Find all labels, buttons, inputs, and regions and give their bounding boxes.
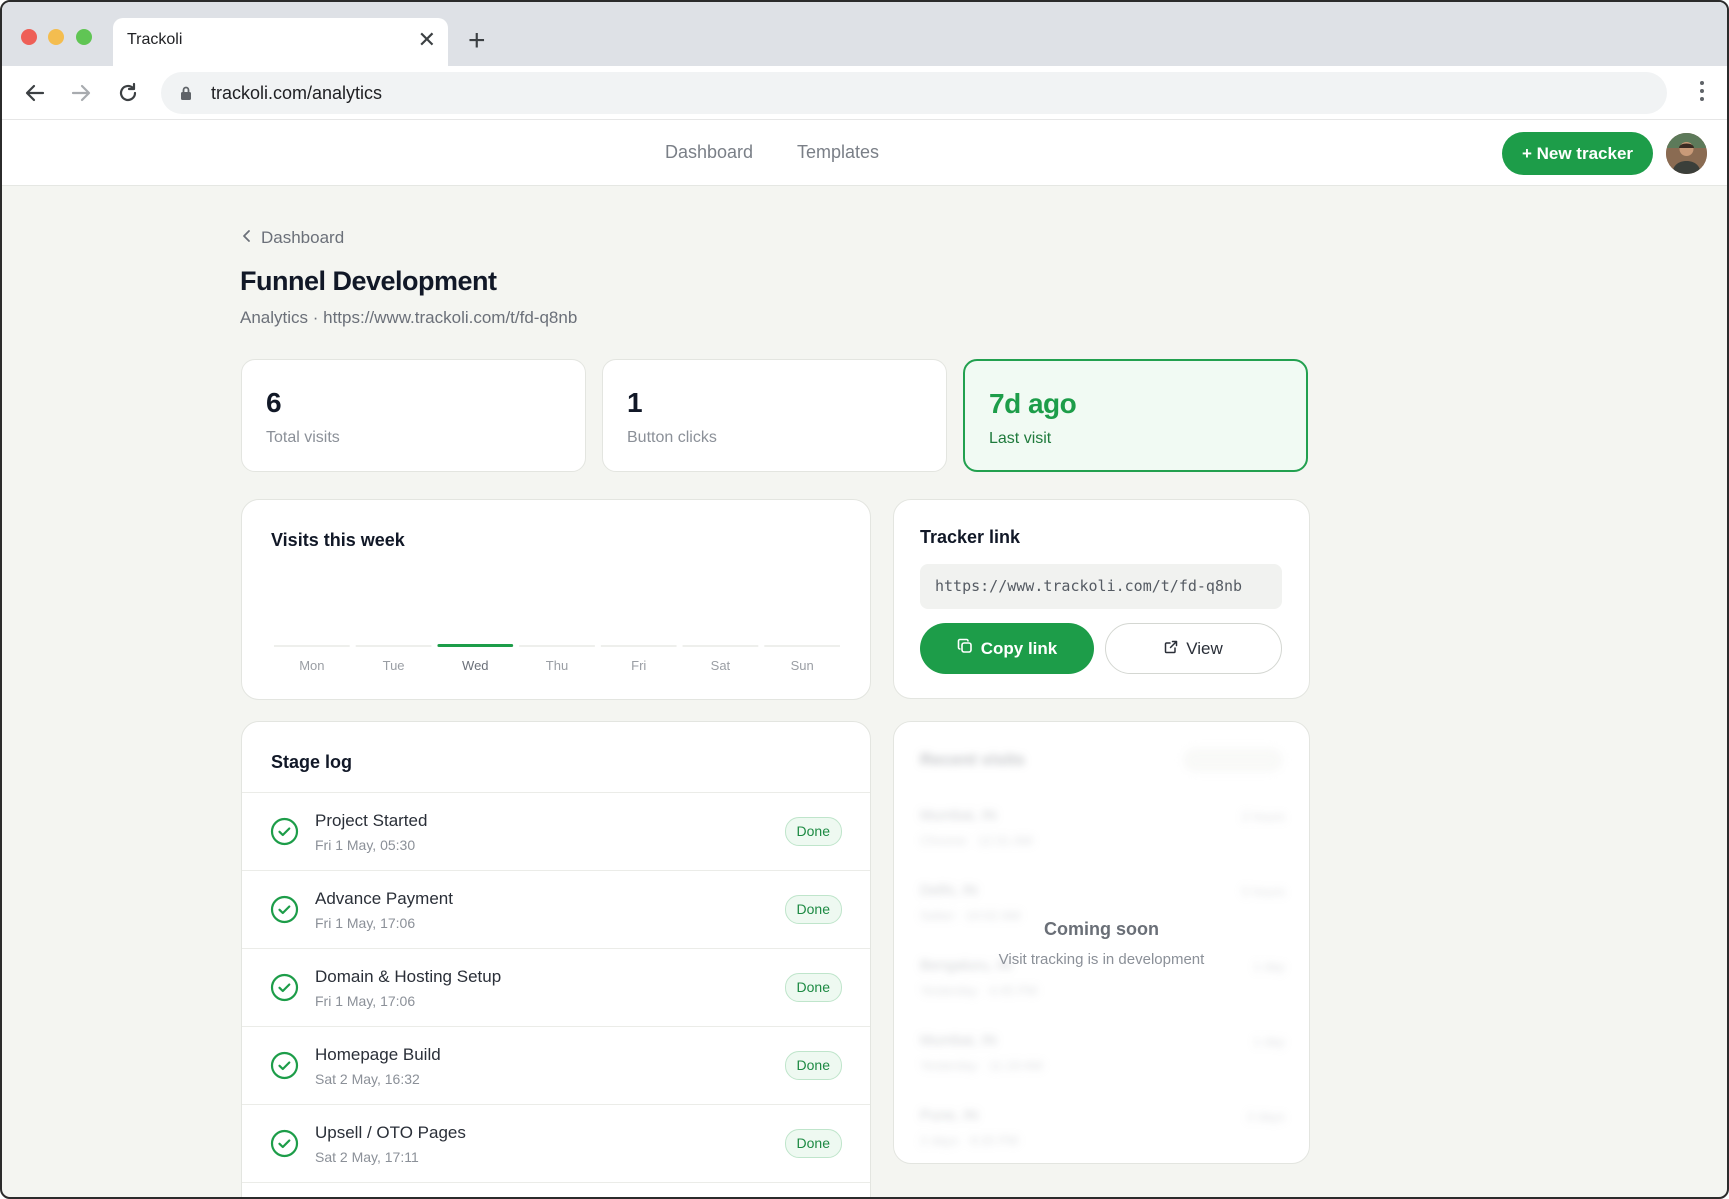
check-circle-icon xyxy=(270,895,299,929)
visits-bar-chart: Mon Tue Wed Thu Fri Sat Sun xyxy=(274,644,840,673)
stat-value: 7d ago xyxy=(989,388,1077,419)
stage-row[interactable]: Upsell / OTO Pages Sat 2 May, 17:11 Done xyxy=(242,1105,870,1183)
recent-visits-card: Recent visits Mumbai, IN Chrome · 12:31 A… xyxy=(893,721,1310,1164)
new-tracker-button[interactable]: + New tracker xyxy=(1502,132,1653,175)
breadcrumb-label: Dashboard xyxy=(261,228,345,247)
tracker-url-field[interactable]: https://www.trackoli.com/t/fd-q8nb xyxy=(920,564,1282,609)
close-window-button[interactable] xyxy=(21,29,37,45)
copy-icon xyxy=(957,638,973,659)
status-badge: Done xyxy=(784,895,842,924)
stage-log-card: Stage log Project Started Fri 1 May, 05:3… xyxy=(241,721,871,1197)
lock-icon xyxy=(180,86,192,105)
stage-row[interactable]: Project Started Fri 1 May, 05:30 Done xyxy=(242,793,870,871)
app-header: Dashboard Templates + New tracker xyxy=(2,120,1727,186)
stage-name: Upsell / OTO Pages xyxy=(315,1123,466,1142)
bar-track xyxy=(764,645,840,647)
tracker-link-title: Tracker link xyxy=(920,527,1021,547)
tab-title: Trackoli xyxy=(127,31,183,48)
browser-tab[interactable]: Trackoli ✕ xyxy=(113,18,448,66)
tick-label-sat: Sat xyxy=(711,658,731,673)
coming-soon-title: Coming soon xyxy=(1044,919,1159,939)
bar-track xyxy=(355,645,432,647)
external-link-icon xyxy=(1164,639,1178,659)
tick-label-fri: Fri xyxy=(631,658,646,673)
stage-name: Advance Payment xyxy=(315,889,453,908)
stage-name: Domain & Hosting Setup xyxy=(315,967,502,986)
bar-track xyxy=(682,645,759,647)
stage-row[interactable]: Advance Payment Fri 1 May, 17:06 Done xyxy=(242,871,870,949)
nav-dashboard[interactable]: Dashboard xyxy=(665,142,753,163)
tick-label-tue: Tue xyxy=(383,658,405,673)
check-circle-icon xyxy=(270,817,299,851)
stat-value: 6 xyxy=(266,387,282,418)
stage-row[interactable]: Domain & Hosting Setup Fri 1 May, 17:06 Do… xyxy=(242,949,870,1027)
stage-date: Fri 1 May, 17:06 xyxy=(315,915,416,931)
stage-name: Project Started xyxy=(315,811,428,830)
stat-label: Button clicks xyxy=(627,429,717,446)
stage-date: Fri 1 May, 17:06 xyxy=(315,993,416,1009)
stage-name: Homepage Build xyxy=(315,1045,441,1064)
bar-track xyxy=(600,645,677,647)
view-button[interactable]: View xyxy=(1105,623,1282,674)
visits-chart-card: Visits this week Mon Tue Wed Thu Fri Sat Sun xyxy=(241,499,871,700)
stage-date: Fri 1 May, 05:30 xyxy=(315,837,416,853)
maximize-window-button[interactable] xyxy=(76,29,92,45)
page-subtitle: Analytics · https://www.trackoli.com/t/f… xyxy=(240,308,578,327)
breadcrumb[interactable]: Dashboard xyxy=(242,228,344,248)
chevron-left-icon xyxy=(242,228,251,248)
copy-link-button[interactable]: Copy link xyxy=(920,623,1094,674)
bar-track xyxy=(274,645,350,647)
nav-templates[interactable]: Templates xyxy=(797,142,879,163)
status-badge: Done xyxy=(784,1051,842,1080)
view-label: View xyxy=(1186,638,1223,658)
stage-row[interactable]: Homepage Build Sat 2 May, 16:32 Done xyxy=(242,1027,870,1105)
minimize-window-button[interactable] xyxy=(48,29,64,45)
avatar[interactable] xyxy=(1666,133,1707,174)
page-title: Funnel Development xyxy=(240,266,497,296)
tick-label-wed: Wed xyxy=(462,658,489,673)
stat-label: Last visit xyxy=(989,430,1052,447)
browser-toolbar: trackoli.com/analytics xyxy=(2,66,1727,120)
check-circle-icon xyxy=(270,973,299,1007)
coming-soon-overlay xyxy=(894,722,1309,1163)
back-arrow-icon[interactable] xyxy=(20,78,50,108)
stat-value: 1 xyxy=(627,387,643,418)
stat-card-total-visits: 6 Total visits xyxy=(241,359,586,472)
status-badge: Done xyxy=(784,973,842,1002)
check-circle-icon xyxy=(270,1051,299,1085)
status-badge: Done xyxy=(784,1129,842,1158)
stage-date: Sat 2 May, 17:11 xyxy=(315,1149,419,1165)
browser-window: Trackoli ✕ + trackoli.com/analytics Dash… xyxy=(0,0,1729,1199)
browser-menu-icon[interactable] xyxy=(1699,81,1705,105)
stat-card-button-clicks: 1 Button clicks xyxy=(602,359,947,472)
tick-label-thu: Thu xyxy=(546,658,568,673)
address-bar[interactable]: trackoli.com/analytics xyxy=(161,72,1667,114)
new-tab-icon[interactable]: + xyxy=(468,26,486,56)
status-badge: Done xyxy=(784,817,842,846)
stage-log-title: Stage log xyxy=(271,752,353,772)
stage-date: Sat 2 May, 16:32 xyxy=(315,1071,420,1087)
tick-label-mon: Mon xyxy=(299,658,324,673)
tick-label-sun: Sun xyxy=(791,658,814,673)
tab-strip: Trackoli ✕ + xyxy=(2,2,1727,66)
stat-label: Total visits xyxy=(266,429,340,446)
bar-wed[interactable] xyxy=(437,644,514,647)
tracker-link-card: Tracker link https://www.trackoli.com/t/… xyxy=(893,499,1310,699)
forward-arrow-icon[interactable] xyxy=(66,78,96,108)
bar-track xyxy=(519,645,595,647)
close-tab-icon[interactable]: ✕ xyxy=(418,29,436,51)
url-text: trackoli.com/analytics xyxy=(211,83,383,103)
stat-card-last-visit: 7d ago Last visit xyxy=(963,359,1308,472)
reload-icon[interactable] xyxy=(113,78,143,108)
coming-soon-subtitle: Visit tracking is in development xyxy=(998,951,1205,968)
check-circle-icon xyxy=(270,1129,299,1163)
copy-link-label: Copy link xyxy=(980,638,1058,658)
